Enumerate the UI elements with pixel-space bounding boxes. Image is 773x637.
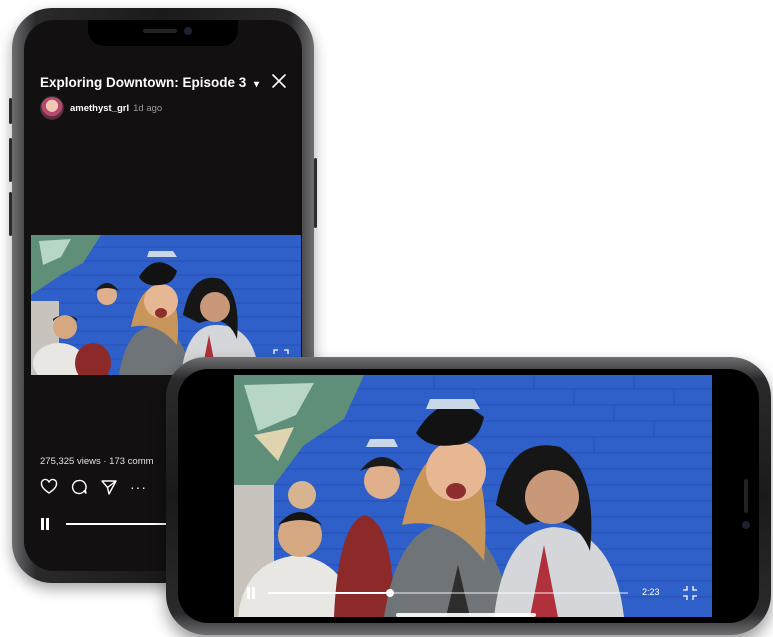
volume-down-button <box>9 192 12 236</box>
avatar[interactable] <box>40 96 64 120</box>
landscape-screen: 2:23 <box>178 369 759 623</box>
volume-up-button <box>9 138 12 182</box>
username[interactable]: amethyst_grl <box>70 103 129 114</box>
exit-fullscreen-icon[interactable] <box>682 585 698 601</box>
video-frame[interactable] <box>31 235 301 375</box>
scrubber-handle[interactable] <box>386 589 395 597</box>
heart-icon[interactable] <box>40 478 58 496</box>
notch <box>88 20 238 46</box>
close-icon[interactable] <box>270 72 288 90</box>
time-remaining: 2:23 <box>642 587 660 597</box>
comment-icon[interactable] <box>70 478 88 496</box>
action-bar: ··· <box>40 478 147 496</box>
fullscreen-video[interactable]: 2:23 <box>234 375 712 617</box>
pause-icon[interactable] <box>40 518 50 530</box>
video-title-text: Exploring Downtown: Episode 3 <box>40 75 247 90</box>
landscape-phone: 2:23 <box>166 357 771 635</box>
chevron-down-icon[interactable]: ▾ <box>254 79 259 90</box>
author-row[interactable]: amethyst_grl 1d ago <box>40 96 162 120</box>
home-indicator[interactable] <box>396 613 536 617</box>
post-time: 1d ago <box>133 102 163 114</box>
notch <box>733 421 759 571</box>
more-icon[interactable]: ··· <box>130 478 147 496</box>
video-frame-image <box>234 375 712 617</box>
video-stats: 275,325 views · 173 comm <box>40 456 154 467</box>
mute-switch <box>9 98 12 124</box>
landscape-playback-controls: 2:23 <box>246 585 702 601</box>
send-icon[interactable] <box>100 478 118 496</box>
power-button <box>314 158 317 228</box>
progress-fill <box>268 592 391 594</box>
pause-icon[interactable] <box>246 587 256 599</box>
progress-bar[interactable] <box>268 589 628 597</box>
video-title[interactable]: Exploring Downtown: Episode 3 ▾ <box>40 75 259 90</box>
video-thumbnail-image <box>31 235 301 375</box>
